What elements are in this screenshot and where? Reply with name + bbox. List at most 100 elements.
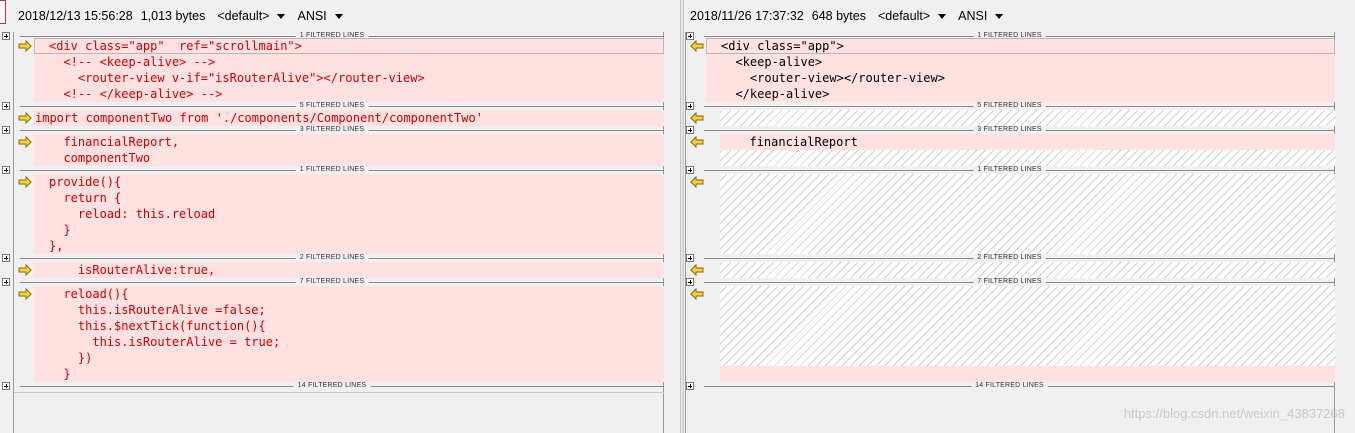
right-diff-content[interactable]: 1 FILTERED LINES <div class="app"> <keep… <box>684 32 1335 433</box>
expand-icon[interactable] <box>2 166 10 174</box>
copy-right-arrow-icon[interactable] <box>18 40 32 52</box>
code-line[interactable]: import componentTwo from './components/C… <box>34 110 664 126</box>
filtered-lines-label: 1 FILTERED LINES <box>973 166 1046 174</box>
missing-lines-placeholder <box>720 110 1335 126</box>
copy-right-arrow-icon[interactable] <box>18 176 32 188</box>
code-line[interactable]: <router-view></router-view> <box>706 70 1335 86</box>
code-line[interactable]: financialReport <box>720 134 1335 150</box>
expand-icon[interactable] <box>686 32 694 40</box>
chevron-down-icon <box>334 13 343 19</box>
left-timestamp: 2018/12/13 15:56:28 <box>18 9 133 23</box>
chevron-down-icon <box>995 13 1004 19</box>
filtered-lines-row: 1 FILTERED LINES <box>684 166 1335 174</box>
code-line[interactable]: reload: this.reload <box>34 206 664 222</box>
diff-block: isRouterAlive:true, <box>34 262 664 278</box>
expand-icon[interactable] <box>686 382 694 390</box>
code-line[interactable]: }) <box>34 350 664 366</box>
filtered-lines-label: 1 FILTERED LINES <box>295 166 369 174</box>
left-bottom-separator <box>14 392 664 393</box>
right-file-header: 2018/11/26 17:37:32 648 bytes <default> … <box>684 0 1355 32</box>
right-profile-select[interactable]: <default> <box>877 9 947 23</box>
code-line[interactable]: <div class="app"> <box>706 38 1335 54</box>
code-line[interactable]: </keep-alive> <box>706 86 1335 102</box>
expand-icon[interactable] <box>686 126 694 134</box>
filtered-lines-label: 14 FILTERED LINES <box>293 382 371 390</box>
diff-block: financialReport, componentTwo <box>34 134 664 166</box>
copy-right-arrow-icon[interactable] <box>18 112 32 124</box>
code-line[interactable]: return { <box>34 190 664 206</box>
filtered-lines-label: 2 FILTERED LINES <box>295 254 369 262</box>
left-profile-value: <default> <box>217 9 270 23</box>
code-line[interactable]: <router-view v-if="isRouterAlive"></rout… <box>34 70 664 86</box>
right-encoding-select[interactable]: ANSI <box>958 9 1004 23</box>
expand-icon[interactable] <box>2 278 10 286</box>
expand-icon[interactable] <box>2 382 10 390</box>
left-profile-select[interactable]: <default> <box>217 9 286 23</box>
copy-right-arrow-icon[interactable] <box>18 288 32 300</box>
missing-lines-placeholder <box>720 150 1335 166</box>
diff-block: reload(){ this.isRouterAlive =false; thi… <box>34 286 664 382</box>
copy-left-arrow-icon[interactable] <box>690 136 704 148</box>
filtered-lines-label: 3 FILTERED LINES <box>295 126 369 134</box>
left-file-pane[interactable]: 2018/12/13 15:56:28 1,013 bytes <default… <box>0 0 680 433</box>
expand-icon[interactable] <box>686 102 694 110</box>
left-encoding-select[interactable]: ANSI <box>297 9 343 23</box>
filtered-lines-label: 5 FILTERED LINES <box>973 102 1046 110</box>
code-line[interactable]: <!-- <keep-alive> --> <box>34 54 664 70</box>
code-line[interactable]: } <box>34 366 664 382</box>
code-line[interactable]: } <box>34 222 664 238</box>
left-file-size: 1,013 bytes <box>140 9 206 23</box>
filtered-lines-row: 1 FILTERED LINES <box>0 166 664 174</box>
watermark: https://blog.csdn.net/weixin_43837268 <box>1123 406 1345 421</box>
filtered-lines-row: 14 FILTERED LINES <box>0 382 664 390</box>
left-diff-content[interactable]: 1 FILTERED LINES <div class="app" ref="s… <box>0 32 664 433</box>
filtered-lines-label: 5 FILTERED LINES <box>295 102 369 110</box>
code-line[interactable]: isRouterAlive:true, <box>34 262 664 278</box>
code-line[interactable]: reload(){ <box>34 286 664 302</box>
left-encoding-value: ANSI <box>297 9 327 23</box>
copy-left-arrow-icon[interactable] <box>690 288 704 300</box>
chevron-down-icon <box>938 13 947 19</box>
copy-left-arrow-icon[interactable] <box>690 264 704 276</box>
copy-right-arrow-icon[interactable] <box>18 136 32 148</box>
code-line[interactable]: <div class="app" ref="scrollmain"> <box>34 38 664 54</box>
copy-left-arrow-icon[interactable] <box>690 112 704 124</box>
expand-icon[interactable] <box>2 254 10 262</box>
expand-icon[interactable] <box>2 32 10 40</box>
chevron-down-icon <box>277 13 286 19</box>
missing-lines-placeholder <box>720 286 1335 366</box>
copy-left-arrow-icon[interactable] <box>690 176 704 188</box>
diff-block: import componentTwo from './components/C… <box>34 110 664 126</box>
expand-icon[interactable] <box>2 102 10 110</box>
code-line[interactable]: this.isRouterAlive =false; <box>34 302 664 318</box>
diff-block: <div class="app" ref="scrollmain"> <!-- … <box>34 38 664 102</box>
code-line[interactable]: <keep-alive> <box>706 54 1335 70</box>
code-line[interactable]: this.isRouterAlive = true; <box>34 334 664 350</box>
right-file-size: 648 bytes <box>811 9 866 23</box>
code-line[interactable]: provide(){ <box>34 174 664 190</box>
filtered-lines-row: 5 FILTERED LINES <box>684 102 1335 110</box>
diff-block: provide(){ return { reload: this.reload … <box>34 174 664 254</box>
filtered-lines-row: 5 FILTERED LINES <box>0 102 664 110</box>
right-file-pane[interactable]: 2018/11/26 17:37:32 648 bytes <default> … <box>684 0 1355 433</box>
expand-icon[interactable] <box>686 254 694 262</box>
diff-block: <div class="app"> <keep-alive> <router-v… <box>706 38 1335 102</box>
filtered-lines-row: 3 FILTERED LINES <box>684 126 1335 134</box>
filtered-lines-label: 14 FILTERED LINES <box>971 382 1048 390</box>
filtered-lines-label: 2 FILTERED LINES <box>973 254 1046 262</box>
expand-icon[interactable] <box>2 126 10 134</box>
code-line[interactable]: <!-- </keep-alive> --> <box>34 86 664 102</box>
code-line[interactable]: componentTwo <box>34 150 664 166</box>
code-line[interactable]: financialReport, <box>34 134 664 150</box>
copy-left-arrow-icon[interactable] <box>690 40 704 52</box>
filtered-lines-label: 3 FILTERED LINES <box>973 126 1046 134</box>
code-line[interactable]: }, <box>34 238 664 254</box>
filtered-lines-row: 14 FILTERED LINES <box>684 382 1335 390</box>
right-profile-value: <default> <box>877 9 931 23</box>
copy-right-arrow-icon[interactable] <box>18 264 32 276</box>
expand-icon[interactable] <box>686 278 694 286</box>
expand-icon[interactable] <box>686 166 694 174</box>
code-line[interactable]: this.$nextTick(function(){ <box>34 318 664 334</box>
filtered-lines-label: 7 FILTERED LINES <box>295 278 369 286</box>
diff-block: financialReport <box>720 134 1335 150</box>
